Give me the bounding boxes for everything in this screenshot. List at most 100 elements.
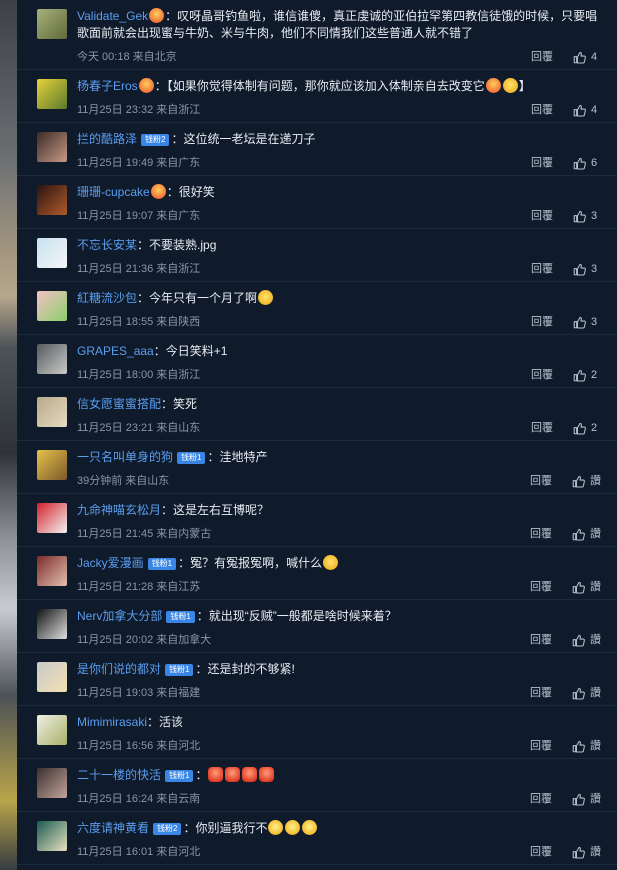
username-link[interactable]: 紅糖流沙包 xyxy=(77,291,137,305)
reply-button[interactable]: 回覆 xyxy=(530,580,552,594)
username-link[interactable]: 是你们说的都对 xyxy=(77,662,161,676)
reply-button[interactable]: 回覆 xyxy=(531,262,553,276)
comment-feed: Validate_Gek ：叹呀晶哥钓鱼啦，谁信谁傻，真正虔诚的亚伯拉罕第四教信徒… xyxy=(17,0,617,870)
like-count: 讚 xyxy=(590,740,601,752)
like-button[interactable]: 2 xyxy=(573,368,601,382)
comment-body: ： xyxy=(195,768,208,782)
reply-button[interactable]: 回覆 xyxy=(530,739,552,753)
like-button[interactable]: 3 xyxy=(573,262,601,276)
reply-button[interactable]: 回覆 xyxy=(531,103,553,117)
comment-body: ：这位统一老坛是在递刀子 xyxy=(171,132,316,146)
like-button[interactable]: 讚 xyxy=(572,633,601,647)
reply-button[interactable]: 回覆 xyxy=(530,845,552,859)
comment-text-line: 信女愿蜜蜜搭配：笑死 xyxy=(77,396,605,413)
like-button[interactable]: 讚 xyxy=(572,739,601,753)
comment-body: ：洼地特产 xyxy=(207,450,268,464)
like-count: 6 xyxy=(591,157,598,169)
thumbs-up-icon xyxy=(572,687,585,700)
avatar[interactable] xyxy=(37,185,67,215)
comment-body: ：笑死 xyxy=(161,397,198,411)
reply-button[interactable]: 回覆 xyxy=(530,527,552,541)
username-link[interactable]: 信女愿蜜蜜搭配 xyxy=(77,397,161,411)
like-button[interactable]: 2 xyxy=(573,421,601,435)
reply-button[interactable]: 回覆 xyxy=(531,368,553,382)
avatar[interactable] xyxy=(37,397,67,427)
comment-meta: 11月25日 19:49 来自广东 xyxy=(77,157,201,169)
reply-button[interactable]: 回覆 xyxy=(531,156,553,170)
username-link[interactable]: 不忘长安某 xyxy=(77,238,137,252)
username-link[interactable]: GRAPES_aaa xyxy=(77,344,154,358)
avatar[interactable] xyxy=(37,291,67,321)
avatar[interactable] xyxy=(37,609,67,639)
comment-row: 紅糖流沙包：今年只有一个月了啊 11月25日 18:55 来自陕西 回覆 3 xyxy=(17,282,617,335)
username-link[interactable]: 六度请神黄看 xyxy=(77,821,149,835)
comment-meta: 11月25日 16:24 来自云南 xyxy=(77,793,201,805)
avatar[interactable] xyxy=(37,9,67,39)
comment-text-line: Nerv加拿大分部 钱粉1 ：就出现“反贼”一般都是啥时候来着？ xyxy=(77,608,605,625)
avatar[interactable] xyxy=(37,556,67,586)
like-button[interactable]: 4 xyxy=(573,103,601,117)
like-button[interactable]: 讚 xyxy=(572,474,601,488)
username-link[interactable]: 拦的酷路泽 xyxy=(77,132,137,146)
like-button[interactable]: 讚 xyxy=(572,686,601,700)
thumbs-up-icon xyxy=(573,316,586,329)
comment-body: ：就出现“反贼”一般都是啥时候来着？ xyxy=(196,609,397,623)
avatar[interactable] xyxy=(37,768,67,798)
comment-actions: 回覆 讚 xyxy=(530,739,601,753)
avatar[interactable] xyxy=(37,132,67,162)
comment-text-line: 杨春子Eros ：【如果你觉得体制有问题，那你就应该加入体制亲自去改变它 】 xyxy=(77,78,605,95)
reply-button[interactable]: 回覆 xyxy=(531,50,553,64)
comment-body: ：不要装熟.jpg xyxy=(137,238,217,252)
reply-button[interactable]: 回覆 xyxy=(531,421,553,435)
comment-meta: 11月25日 18:00 来自浙江 xyxy=(77,369,201,381)
reply-button[interactable]: 回覆 xyxy=(530,792,552,806)
comment-actions: 回覆 讚 xyxy=(530,792,601,806)
comment-row: Nerv加拿大分部 钱粉1 ：就出现“反贼”一般都是啥时候来着？ 11月25日 20:… xyxy=(17,600,617,653)
reply-button[interactable]: 回覆 xyxy=(530,633,552,647)
reply-button[interactable]: 回覆 xyxy=(531,315,553,329)
comment-meta: 11月25日 18:55 来自陕西 xyxy=(77,316,201,328)
comment-actions: 回覆 讚 xyxy=(530,633,601,647)
avatar[interactable] xyxy=(37,238,67,268)
emoji-icon xyxy=(285,820,301,835)
like-button[interactable]: 3 xyxy=(573,315,601,329)
reply-button[interactable]: 回覆 xyxy=(530,686,552,700)
avatar[interactable] xyxy=(37,715,67,745)
like-count: 4 xyxy=(591,104,598,116)
avatar[interactable] xyxy=(37,450,67,480)
avatar[interactable] xyxy=(37,79,67,109)
avatar[interactable] xyxy=(37,662,67,692)
like-button[interactable]: 4 xyxy=(573,50,601,64)
username-link[interactable]: Jacky爱漫画 xyxy=(77,556,144,570)
avatar[interactable] xyxy=(37,821,67,851)
like-button[interactable]: 讚 xyxy=(572,792,601,806)
username-link[interactable]: 二十一楼的快活 xyxy=(77,768,161,782)
comment-text-line: GRAPES_aaa：今日笑料+1 xyxy=(77,343,605,360)
username-link[interactable]: 九命神喵玄松月 xyxy=(77,503,161,517)
comment-text-line: 一只名叫单身的狗 钱粉1 ：洼地特产 xyxy=(77,449,605,466)
like-button[interactable]: 讚 xyxy=(572,527,601,541)
username-link[interactable]: Nerv加拿大分部 xyxy=(77,609,162,623)
username-link[interactable]: 珊珊-cupcake xyxy=(77,185,150,199)
like-button[interactable]: 6 xyxy=(573,156,601,170)
comment-body: ：很好笑 xyxy=(166,185,215,199)
comment-row: 珊珊-cupcake ：很好笑 11月25日 19:07 来自广东 回覆 3 xyxy=(17,176,617,229)
reply-button[interactable]: 回覆 xyxy=(531,209,553,223)
like-button[interactable]: 讚 xyxy=(572,580,601,594)
comment-body: ：冤？有冤报冤啊，喊什么 xyxy=(178,556,323,570)
emoji-icon xyxy=(259,767,275,782)
username-link[interactable]: Validate_Gek xyxy=(77,9,148,23)
avatar[interactable] xyxy=(37,503,67,533)
like-button[interactable]: 3 xyxy=(573,209,601,223)
avatar[interactable] xyxy=(37,344,67,374)
username-link[interactable]: Mimimirasaki xyxy=(77,715,147,729)
fan-badge: 钱粉2 xyxy=(153,823,182,835)
comment-body: ：活该 xyxy=(147,715,184,729)
comment-row: Jacky爱漫画 钱粉1 ：冤？有冤报冤啊，喊什么 11月25日 21:28 来自江苏… xyxy=(17,547,617,600)
comment-meta: 39分钟前 来自山东 xyxy=(77,475,170,487)
thumbs-up-icon xyxy=(572,581,585,594)
reply-button[interactable]: 回覆 xyxy=(530,474,552,488)
like-button[interactable]: 讚 xyxy=(572,845,601,859)
username-link[interactable]: 杨春子Eros xyxy=(77,79,138,93)
username-link[interactable]: 一只名叫单身的狗 xyxy=(77,450,173,464)
